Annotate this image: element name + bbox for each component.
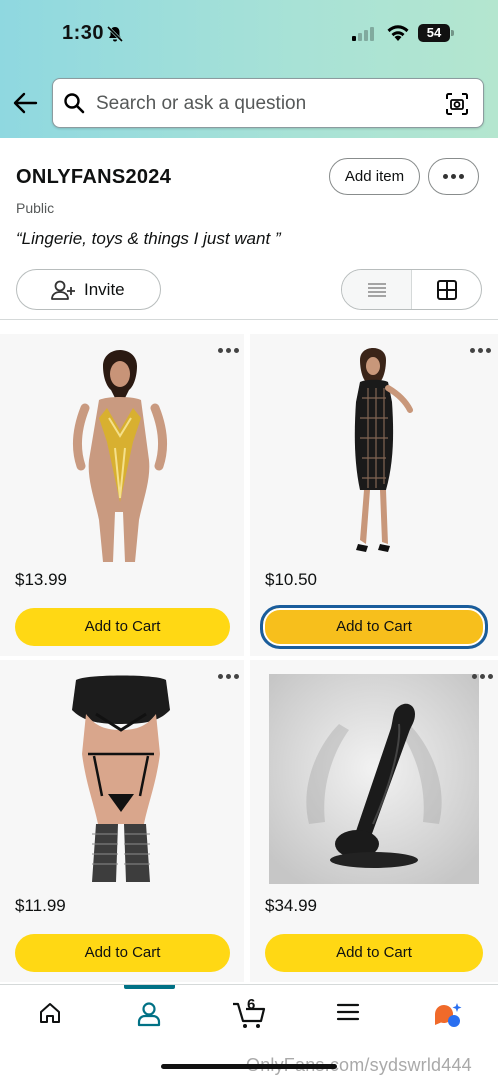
nav-account[interactable] <box>99 985 199 1045</box>
add-item-button[interactable]: Add item <box>329 158 420 195</box>
product-card[interactable]: $10.50 Add to Cart <box>250 334 498 656</box>
status-time: 1:30 <box>62 22 105 44</box>
product-price: $13.99 <box>15 570 67 589</box>
invite-button[interactable]: Invite <box>16 269 161 310</box>
list-description-text: Lingerie, toys & things I just want <box>21 229 271 248</box>
add-to-cart-button[interactable]: Add to Cart <box>265 934 483 972</box>
nav-cart[interactable] <box>199 985 299 1045</box>
black-fishnet-dress-photo <box>354 348 413 552</box>
product-image[interactable] <box>330 348 420 562</box>
home-icon <box>40 1003 60 1023</box>
top-header: 1:30 54 Search or ask a question <box>0 0 498 138</box>
add-to-cart-button[interactable]: Add to Cart <box>260 605 488 649</box>
product-image[interactable] <box>66 674 176 884</box>
product-grid: $13.99 Add to Cart $10.50 Add to Cart $1… <box>0 334 498 984</box>
gold-swimsuit-photo <box>73 350 167 562</box>
list-description: “Lingerie, toys & things I just want ” <box>16 229 281 249</box>
menu-icon <box>336 1003 360 1021</box>
add-person-icon <box>51 280 75 300</box>
battery-icon: 54 <box>418 24 454 42</box>
product-price: $11.99 <box>15 896 66 915</box>
assistant-icon <box>435 1003 462 1027</box>
silent-bell-icon <box>106 25 124 43</box>
search-icon <box>64 93 85 114</box>
nav-menu[interactable] <box>298 985 398 1045</box>
add-to-cart-button[interactable]: Add to Cart <box>15 934 230 972</box>
product-more-icon[interactable] <box>218 674 239 679</box>
list-view-icon <box>367 282 386 297</box>
list-view-button[interactable] <box>342 270 412 309</box>
product-card[interactable]: $34.99 Add to Cart <box>250 660 498 982</box>
black-lingerie-set-photo <box>72 675 170 882</box>
product-image[interactable] <box>55 348 185 562</box>
nav-home[interactable] <box>0 985 100 1045</box>
product-more-icon[interactable] <box>218 348 239 353</box>
product-price: $10.50 <box>265 570 317 589</box>
nav-assistant[interactable] <box>398 985 498 1045</box>
view-toggle <box>341 269 482 310</box>
black-toy-photo <box>269 674 479 884</box>
grid-view-button[interactable] <box>412 270 481 309</box>
product-more-icon[interactable] <box>472 674 493 679</box>
back-arrow-icon[interactable] <box>12 90 38 116</box>
list-header: ONLYFANS2024 Public “Lingerie, toys & th… <box>0 138 498 320</box>
battery-level: 54 <box>418 24 450 42</box>
cart-count-badge: 6 <box>247 996 256 1013</box>
product-card[interactable]: $13.99 Add to Cart <box>0 334 244 656</box>
product-card[interactable]: $11.99 Add to Cart <box>0 660 244 982</box>
account-icon <box>137 1002 161 1027</box>
quote-close: ” <box>274 229 281 248</box>
invite-label: Invite <box>84 280 125 299</box>
wifi-icon <box>387 25 409 41</box>
search-placeholder: Search or ask a question <box>96 93 307 114</box>
list-more-button[interactable] <box>428 158 479 195</box>
more-dots-icon <box>429 159 478 194</box>
cellular-signal-icon <box>352 26 374 41</box>
list-title: ONLYFANS2024 <box>16 166 172 188</box>
camera-scan-icon[interactable] <box>445 92 469 116</box>
status-bar: 1:30 54 <box>0 0 498 66</box>
home-indicator[interactable] <box>161 1064 337 1069</box>
product-image[interactable] <box>269 674 479 884</box>
search-bar[interactable]: Search or ask a question <box>52 78 484 128</box>
product-more-icon[interactable] <box>470 348 491 353</box>
add-to-cart-button[interactable]: Add to Cart <box>15 608 230 646</box>
list-visibility: Public <box>16 200 55 216</box>
grid-view-icon <box>436 279 457 300</box>
product-price: $34.99 <box>265 896 317 915</box>
